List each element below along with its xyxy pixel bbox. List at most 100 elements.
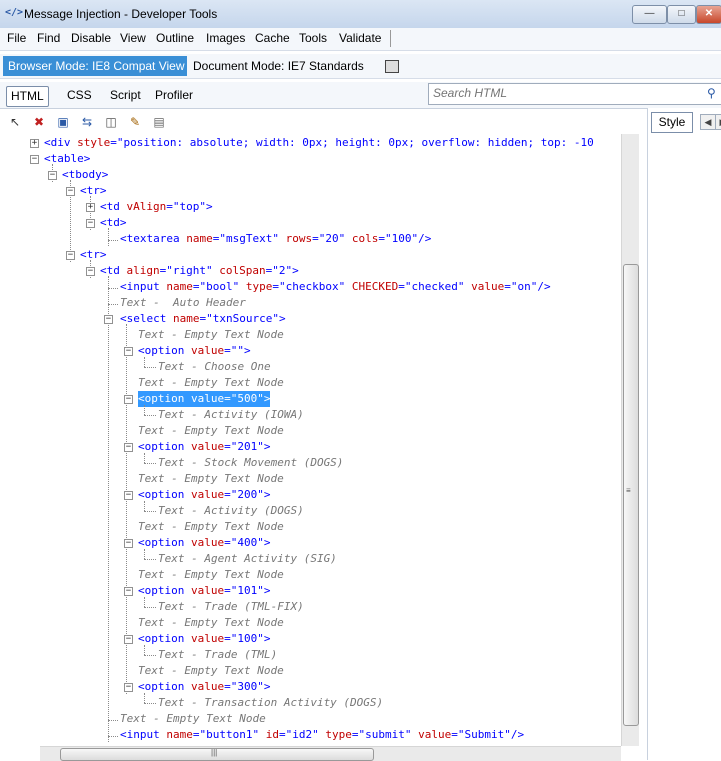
- tree-line: [108, 240, 118, 241]
- search-icon[interactable]: ⚲: [707, 86, 721, 100]
- collapse-icon[interactable]: −: [30, 155, 39, 164]
- collapse-icon[interactable]: −: [124, 587, 133, 596]
- menu-file[interactable]: File: [7, 31, 26, 45]
- tree-node-option[interactable]: <option value="500">: [138, 391, 271, 407]
- expand-icon[interactable]: +: [86, 203, 95, 212]
- collapse-icon[interactable]: −: [124, 683, 133, 692]
- collapse-icon[interactable]: −: [86, 219, 95, 228]
- select-element-icon[interactable]: ↖: [7, 114, 23, 130]
- save-icon[interactable]: ▣: [55, 114, 71, 130]
- collapse-icon[interactable]: −: [124, 491, 133, 500]
- tree-node-option[interactable]: <option value="300">: [138, 679, 270, 695]
- expand-icon[interactable]: +: [30, 139, 39, 148]
- tab-profiler[interactable]: Profiler: [155, 86, 193, 105]
- tree-node-tbody[interactable]: <tbody>: [62, 167, 108, 183]
- clear-icon[interactable]: ✖: [31, 114, 47, 130]
- minimize-pane-icon[interactable]: [385, 60, 399, 73]
- tree-line: [144, 415, 156, 416]
- menu-view[interactable]: View: [120, 31, 146, 45]
- document-mode-button[interactable]: Document Mode: IE7 Standards: [193, 59, 364, 73]
- collapse-icon[interactable]: −: [124, 635, 133, 644]
- tree-node-text[interactable]: Text - Empty Text Node: [138, 471, 284, 487]
- edit-icon[interactable]: ✎: [127, 114, 143, 130]
- tab-html[interactable]: HTML: [6, 86, 49, 107]
- menu-images[interactable]: Images: [206, 31, 245, 45]
- refresh-icon[interactable]: ⇆: [79, 114, 95, 130]
- collapse-icon[interactable]: −: [124, 539, 133, 548]
- tree-node-option[interactable]: <option value="101">: [138, 583, 270, 599]
- tree-node-text[interactable]: Text - Trade (TML): [158, 647, 277, 663]
- tree-node-text[interactable]: Text - Empty Text Node: [138, 663, 284, 679]
- tree-line: [144, 511, 156, 512]
- tree-node-text[interactable]: Text - Trade (TML-FIX): [158, 599, 304, 615]
- tab-css[interactable]: CSS: [67, 86, 92, 105]
- tab-script[interactable]: Script: [110, 86, 141, 105]
- tree-node-text[interactable]: Text - Activity (IOWA): [158, 407, 304, 423]
- element-source-icon[interactable]: ◫: [103, 114, 119, 130]
- tree-node-option[interactable]: <option value="201">: [138, 439, 270, 455]
- scrollbar-thumb[interactable]: [623, 264, 639, 726]
- tree-node-input[interactable]: <input name="bool" type="checkbox" CHECK…: [120, 279, 551, 295]
- menu-validate[interactable]: Validate: [339, 31, 381, 45]
- tree-node-td[interactable]: <td align="right" colSpan="2">: [100, 263, 299, 279]
- menu-disable[interactable]: Disable: [71, 31, 111, 45]
- tree-node-text[interactable]: Text - Transaction Activity (DOGS): [158, 695, 383, 711]
- tree-node-text[interactable]: Text - Empty Text Node: [138, 567, 284, 583]
- menu-find[interactable]: Find: [37, 31, 60, 45]
- menu-tools[interactable]: Tools: [299, 31, 327, 45]
- tree-node-input[interactable]: <input name="button1" id="id2" type="sub…: [120, 727, 524, 743]
- close-button[interactable]: ✕: [696, 5, 721, 24]
- tree-node-text[interactable]: Text - Agent Activity (SIG): [158, 551, 337, 567]
- collapse-icon[interactable]: −: [86, 267, 95, 276]
- tree-line: [108, 288, 118, 289]
- search-input[interactable]: [429, 84, 703, 102]
- dom-tree: + <div style="position: absolute; width:…: [0, 134, 621, 746]
- tree-node-text[interactable]: Text - Stock Movement (DOGS): [158, 455, 343, 471]
- browser-mode-button[interactable]: Browser Mode: IE8 Compat View: [3, 56, 187, 76]
- tree-node-textarea[interactable]: <textarea name="msgText" rows="20" cols=…: [120, 231, 431, 247]
- tree-node-text[interactable]: Text - Empty Text Node: [120, 711, 266, 727]
- tree-node-option[interactable]: <option value="400">: [138, 535, 270, 551]
- menu-outline[interactable]: Outline: [156, 31, 194, 45]
- tree-node-text[interactable]: Text - Empty Text Node: [138, 615, 284, 631]
- collapse-icon[interactable]: −: [48, 171, 57, 180]
- minimize-button[interactable]: —: [632, 5, 667, 24]
- collapse-icon[interactable]: −: [66, 187, 75, 196]
- horizontal-scrollbar[interactable]: |||: [40, 746, 621, 761]
- chevron-right-icon[interactable]: ▶: [715, 114, 721, 130]
- tree-node-text[interactable]: Text - Empty Text Node: [138, 423, 284, 439]
- tree-node-div[interactable]: <div style="position: absolute; width: 0…: [44, 135, 594, 151]
- tree-node-option[interactable]: <option value="">: [138, 343, 251, 359]
- vertical-scrollbar[interactable]: ≡: [621, 134, 639, 746]
- tree-node-td[interactable]: <td vAlign="top">: [100, 199, 213, 215]
- tree-node-text[interactable]: Text - Empty Text Node: [138, 327, 284, 343]
- tree-node-select[interactable]: <select name="txnSource">: [120, 311, 286, 327]
- menu-cache[interactable]: Cache: [255, 31, 290, 45]
- tree-node-table[interactable]: <table>: [44, 151, 90, 167]
- tab-style[interactable]: Style: [651, 112, 693, 133]
- tree-node-option[interactable]: <option value="100">: [138, 631, 270, 647]
- collapse-icon[interactable]: −: [124, 395, 133, 404]
- collapse-icon[interactable]: −: [124, 443, 133, 452]
- tree-line: [108, 304, 118, 305]
- tree-line: [144, 655, 156, 656]
- tree-node-text[interactable]: Text - Empty Text Node: [138, 375, 284, 391]
- tree-node-text[interactable]: Text - Activity (DOGS): [158, 503, 304, 519]
- maximize-button[interactable]: □: [667, 5, 696, 24]
- collapse-icon[interactable]: −: [124, 347, 133, 356]
- tree-node-tr[interactable]: <tr>: [80, 183, 107, 199]
- tree-node-text[interactable]: Text - Auto Header: [120, 295, 246, 311]
- tree-line: [144, 463, 156, 464]
- menu-separator: [390, 30, 391, 47]
- tree-node-option[interactable]: <option value="200">: [138, 487, 270, 503]
- tree-line: [144, 405, 145, 415]
- chevron-left-icon[interactable]: ◀: [700, 114, 716, 130]
- tree-node-text[interactable]: Text - Empty Text Node: [138, 519, 284, 535]
- tree-node-td[interactable]: <td>: [100, 215, 127, 231]
- word-wrap-icon[interactable]: ▤: [151, 114, 167, 130]
- tree-line: [144, 597, 145, 607]
- collapse-icon[interactable]: −: [66, 251, 75, 260]
- tree-node-text[interactable]: Text - Choose One: [158, 359, 271, 375]
- tree-node-tr[interactable]: <tr>: [80, 247, 107, 263]
- collapse-icon[interactable]: −: [104, 315, 113, 324]
